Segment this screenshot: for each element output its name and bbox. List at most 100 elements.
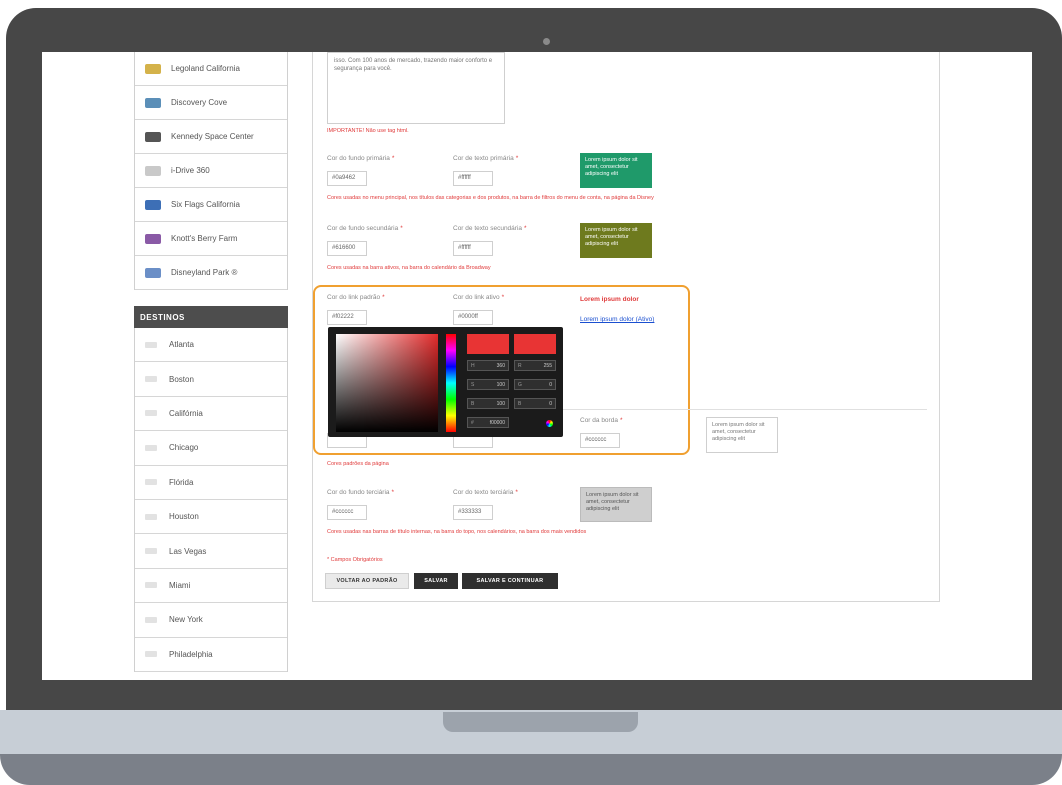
destination-item[interactable]: Flórida bbox=[135, 466, 287, 500]
park-logo-icon bbox=[145, 233, 161, 244]
destination-item-label: Boston bbox=[169, 374, 194, 384]
destination-item[interactable]: Las Vegas bbox=[135, 534, 287, 569]
park-logo-icon bbox=[145, 131, 161, 142]
laptop-notch bbox=[443, 712, 638, 732]
park-logo-icon bbox=[145, 199, 161, 210]
secondary-text-input[interactable]: #ffffff bbox=[453, 241, 493, 256]
save-continue-button[interactable]: SALVAR E CONTINUAR bbox=[462, 573, 558, 589]
sidebar: Legoland California Discovery Cove Kennedy… bbox=[134, 52, 288, 672]
tertiary-bg-input[interactable]: #cccccc bbox=[327, 505, 367, 520]
park-logo-icon bbox=[145, 97, 161, 108]
link-sample[interactable]: Lorem ipsum dolor bbox=[580, 296, 639, 303]
link-color-input[interactable]: #f02222 bbox=[327, 310, 367, 325]
blue-field[interactable]: B0 bbox=[514, 398, 556, 409]
brightness-field[interactable]: B 100 bbox=[467, 398, 509, 409]
destination-item[interactable]: Califórnia bbox=[135, 397, 287, 432]
reset-defaults-button[interactable]: VOLTAR AO PADRÃO bbox=[325, 573, 409, 589]
laptop-base-bottom bbox=[0, 754, 1062, 785]
saturation-field[interactable]: S 100 bbox=[467, 379, 509, 390]
primary-bg-label: Cor do fundo primária * bbox=[327, 155, 395, 162]
secondary-text-label: Cor de texto secundária * bbox=[453, 225, 527, 232]
park-item[interactable]: Discovery Cove bbox=[135, 86, 287, 120]
park-item[interactable]: Disneyland Park ® bbox=[135, 256, 287, 290]
primary-text-label: Cor de texto primária * bbox=[453, 155, 519, 162]
destination-item[interactable]: Philadelphia bbox=[135, 638, 287, 672]
tertiary-text-input[interactable]: #333333 bbox=[453, 505, 493, 520]
destination-item[interactable]: Houston bbox=[135, 500, 287, 535]
park-item[interactable]: i-Drive 360 bbox=[135, 154, 287, 188]
required-note: * Campos Obrigatórios bbox=[327, 557, 383, 563]
primary-bg-input[interactable]: #0a9462 bbox=[327, 171, 367, 186]
color-picker[interactable]: H 360 R 255 S 100 G0 B 100 B0 # f00000 bbox=[328, 327, 563, 437]
destination-item-label: Califórnia bbox=[169, 408, 203, 418]
destination-icon bbox=[145, 548, 157, 555]
destinations-list: Atlanta Boston Califórnia Chicago Flórida Hou… bbox=[134, 328, 288, 672]
new-color-swatch bbox=[467, 334, 509, 354]
border-preview: Lorem ipsum dolor sit amet, consectetur … bbox=[706, 417, 778, 453]
destination-item[interactable]: Boston bbox=[135, 362, 287, 397]
destination-item-label: New York bbox=[169, 615, 203, 625]
hue-field[interactable]: H 360 bbox=[467, 360, 509, 371]
park-item[interactable]: Knott's Berry Farm bbox=[135, 222, 287, 256]
destination-icon bbox=[145, 651, 157, 658]
destination-item[interactable]: Atlanta bbox=[135, 328, 287, 363]
tertiary-bg-label: Cor do fundo terciária * bbox=[327, 489, 395, 496]
destination-item-label: Miami bbox=[169, 580, 191, 590]
destination-icon bbox=[145, 513, 157, 520]
destination-item-label: Philadelphia bbox=[169, 649, 213, 659]
saturation-area[interactable] bbox=[336, 334, 438, 432]
destination-icon bbox=[145, 444, 157, 451]
park-item-label: Kennedy Space Center bbox=[171, 132, 254, 141]
park-item[interactable]: Six Flags California bbox=[135, 188, 287, 222]
park-item-label: i-Drive 360 bbox=[171, 166, 210, 175]
destination-icon bbox=[145, 410, 157, 417]
active-link-color-label: Cor do link ativo * bbox=[453, 294, 505, 301]
tertiary-text-label: Cor do texto terciária * bbox=[453, 489, 518, 496]
destination-icon bbox=[145, 616, 157, 623]
destination-item-label: Houston bbox=[169, 512, 199, 522]
secondary-preview: Lorem ipsum dolor sit amet, consectetur … bbox=[580, 223, 652, 258]
tertiary-note: Cores usadas nas barras de título intern… bbox=[327, 529, 587, 535]
park-logo-icon bbox=[145, 267, 161, 278]
secondary-note: Cores usadas na barra ativos, na barra d… bbox=[327, 265, 491, 271]
link-color-label: Cor do link padrão * bbox=[327, 294, 385, 301]
camera-icon bbox=[543, 38, 550, 45]
active-link-color-input[interactable]: #0000ff bbox=[453, 310, 493, 325]
destination-icon bbox=[145, 479, 157, 486]
primary-text-input[interactable]: #ffffff bbox=[453, 171, 493, 186]
active-link-sample[interactable]: Lorem ipsum dolor (Ativo) bbox=[580, 316, 654, 323]
destinations-header: DESTINOS bbox=[134, 306, 288, 328]
park-logo-icon bbox=[145, 165, 161, 176]
primary-note: Cores usadas no menu principal, nos títu… bbox=[327, 195, 654, 201]
destination-icon bbox=[145, 582, 157, 589]
destination-item-label: Atlanta bbox=[169, 340, 194, 350]
screen: Legoland California Discovery Cove Kennedy… bbox=[42, 52, 1032, 680]
primary-preview: Lorem ipsum dolor sit amet, consectetur … bbox=[580, 153, 652, 188]
green-field[interactable]: G0 bbox=[514, 379, 556, 390]
destination-item-label: Las Vegas bbox=[169, 546, 207, 556]
park-item-label: Legoland California bbox=[171, 64, 240, 73]
park-logo-icon bbox=[145, 63, 161, 74]
current-color-swatch bbox=[514, 334, 556, 354]
park-list: Legoland California Discovery Cove Kennedy… bbox=[134, 52, 288, 290]
park-item[interactable]: Legoland California bbox=[135, 52, 287, 86]
save-button[interactable]: SALVAR bbox=[414, 573, 458, 589]
destination-item[interactable]: Miami bbox=[135, 569, 287, 604]
hex-field[interactable]: # f00000 bbox=[467, 417, 509, 428]
destination-item[interactable]: New York bbox=[135, 603, 287, 638]
border-color-input[interactable]: #cccccc bbox=[580, 433, 620, 448]
destination-icon bbox=[145, 341, 157, 348]
destination-item[interactable]: Chicago bbox=[135, 431, 287, 466]
park-item-label: Discovery Cove bbox=[171, 98, 228, 107]
color-wheel-icon[interactable] bbox=[546, 420, 553, 427]
defaults-note: Cores padrões da página bbox=[327, 461, 389, 467]
important-note: IMPORTANTE! Não use tag html. bbox=[327, 128, 409, 134]
park-item[interactable]: Kennedy Space Center bbox=[135, 120, 287, 154]
hue-slider[interactable] bbox=[446, 334, 456, 432]
park-item-label: Six Flags California bbox=[171, 200, 240, 209]
park-item-label: Knott's Berry Farm bbox=[171, 234, 238, 243]
secondary-bg-input[interactable]: #616600 bbox=[327, 241, 367, 256]
description-textarea[interactable]: isso. Com 100 anos de mercado, trazendo … bbox=[327, 52, 505, 124]
park-item-label: Disneyland Park ® bbox=[171, 268, 238, 277]
red-field[interactable]: R 255 bbox=[514, 360, 556, 371]
